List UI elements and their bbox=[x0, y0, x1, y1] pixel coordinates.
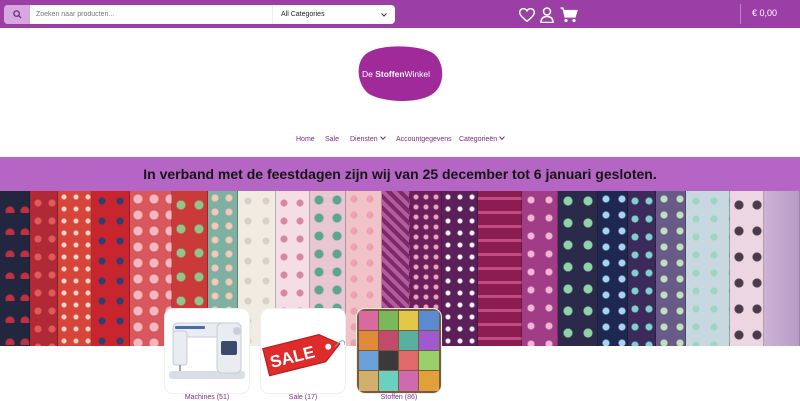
nav-diensten-label: Diensten bbox=[350, 136, 378, 143]
fabric-bolt bbox=[58, 191, 92, 346]
search-button[interactable] bbox=[4, 5, 30, 24]
fabric-bolt bbox=[730, 191, 764, 346]
announcement-text: In verband met de feestdagen zijn wij va… bbox=[143, 166, 657, 182]
search-input[interactable] bbox=[30, 5, 262, 24]
category-select-value: All Categories bbox=[281, 11, 325, 18]
fabric-bolt bbox=[686, 191, 730, 346]
cart-icon[interactable] bbox=[560, 7, 578, 23]
category-machines-image[interactable] bbox=[165, 309, 249, 393]
fabric-bolt bbox=[764, 191, 800, 346]
chevron-down-icon bbox=[499, 134, 505, 140]
heart-icon[interactable] bbox=[519, 8, 535, 22]
fabric-swatches-icon bbox=[357, 309, 441, 393]
main-nav: Home Sale Diensten Accountgegevens Categ… bbox=[0, 134, 800, 148]
fabric-bolt bbox=[92, 191, 130, 346]
category-stoffen-image[interactable] bbox=[357, 309, 441, 393]
search-form: All Categories bbox=[4, 5, 395, 24]
nav-accountgegevens[interactable]: Accountgegevens bbox=[396, 136, 452, 143]
chevron-down-icon bbox=[379, 134, 386, 140]
nav-diensten[interactable]: Diensten bbox=[350, 134, 386, 143]
nav-sale[interactable]: Sale bbox=[325, 136, 339, 143]
nav-categorieen-label: Categorieën bbox=[459, 136, 498, 143]
chevron-down-icon bbox=[381, 12, 387, 17]
user-icon[interactable] bbox=[540, 7, 554, 23]
fabric-bolt bbox=[656, 191, 686, 346]
sale-tag-icon: SALE bbox=[262, 334, 345, 377]
category-sale-image[interactable]: SALE bbox=[261, 309, 345, 393]
fabric-bolt bbox=[30, 191, 58, 346]
fabric-bolt bbox=[0, 191, 30, 346]
top-bar: All Categories € 0,00 bbox=[0, 0, 800, 28]
category-select[interactable]: All Categories bbox=[272, 5, 395, 24]
announcement-banner: In verband met de feestdagen zijn wij va… bbox=[0, 157, 800, 191]
fabric-bolt bbox=[522, 191, 558, 346]
divider bbox=[740, 4, 741, 24]
nav-categorieen[interactable]: Categorieën bbox=[459, 134, 505, 143]
cart-total[interactable]: € 0,00 bbox=[752, 8, 777, 18]
fabric-bolt bbox=[558, 191, 598, 346]
fabric-bolt bbox=[628, 191, 656, 346]
site-logo[interactable]: De StoffenWinkel bbox=[355, 46, 443, 102]
nav-home[interactable]: Home bbox=[296, 136, 315, 143]
svg-text:De StoffenWinkel: De StoffenWinkel bbox=[362, 69, 430, 79]
sewing-machine-icon bbox=[169, 322, 245, 379]
fabric-bolt bbox=[478, 191, 522, 346]
fabric-bolt bbox=[442, 191, 478, 346]
search-icon bbox=[12, 10, 22, 19]
fabric-bolt bbox=[598, 191, 628, 346]
